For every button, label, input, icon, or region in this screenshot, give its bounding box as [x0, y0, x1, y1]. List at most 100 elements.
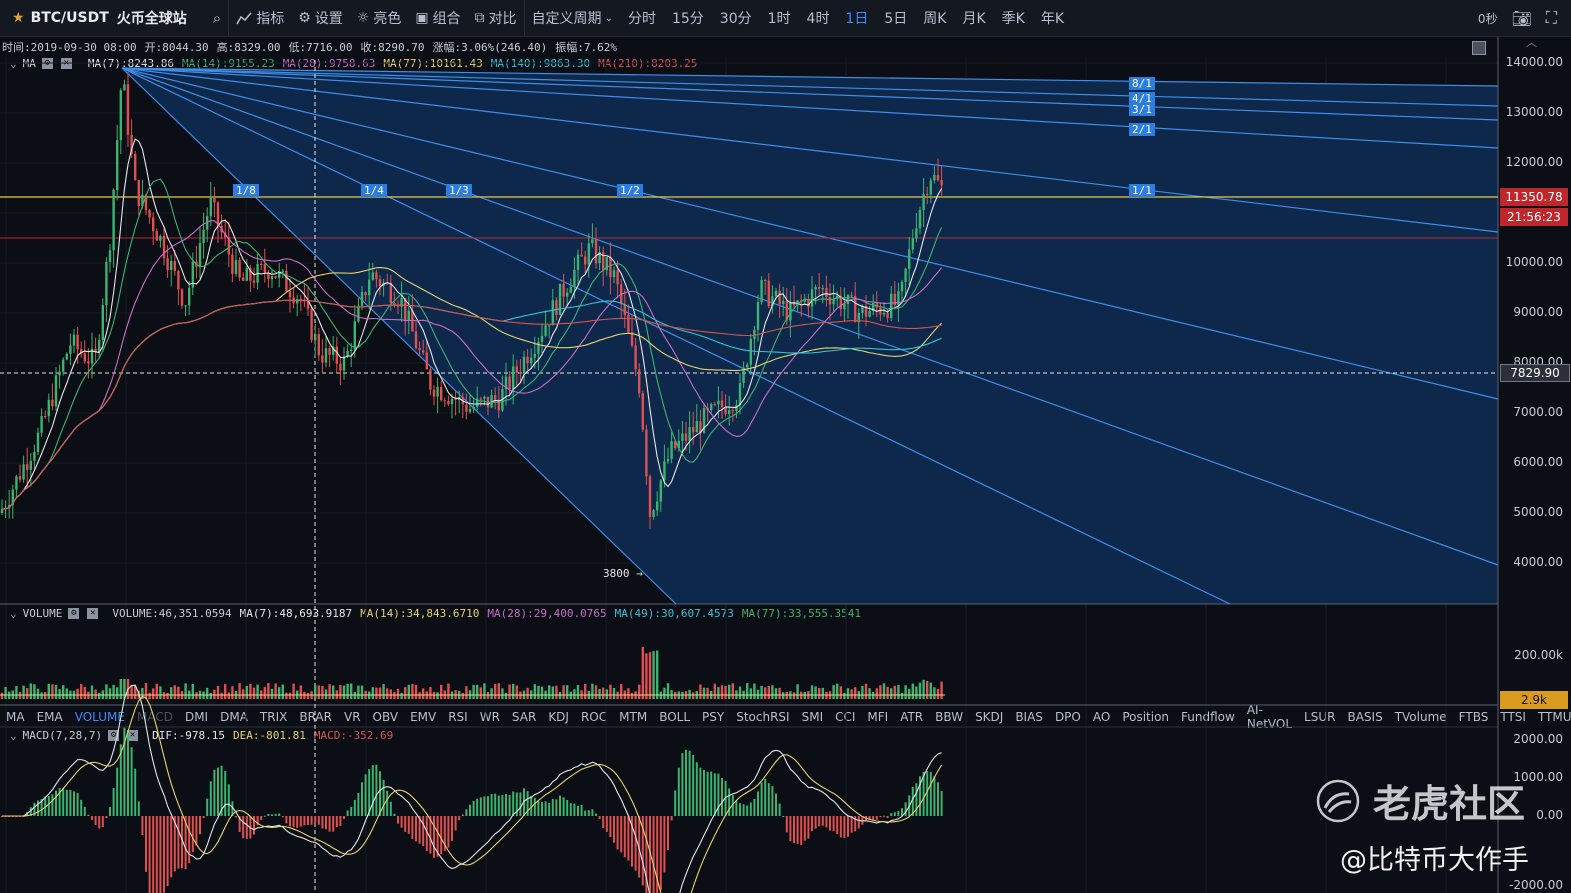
macd-histogram-bar [933, 776, 936, 816]
macd-histogram-bar [609, 816, 612, 838]
candle-body [288, 291, 292, 298]
volume-bar [908, 688, 911, 699]
period-tab[interactable]: 季K [994, 8, 1033, 28]
candle-body [656, 501, 659, 511]
volume-bar [436, 692, 439, 699]
candle-body [846, 294, 850, 305]
period-tab[interactable]: 1时 [760, 8, 799, 28]
macd-histogram-bar [141, 816, 144, 836]
candle-body [468, 408, 472, 412]
star-icon[interactable]: ★ [12, 10, 25, 26]
custom-period-dropdown[interactable]: 自定义周期 ⌄ [525, 0, 620, 36]
period-tab[interactable]: 1日 [837, 8, 876, 28]
volume-bar [231, 686, 234, 699]
volume-bar [638, 684, 641, 699]
volume-bar [0, 692, 4, 699]
camera-icon: 📷︎ [1511, 8, 1532, 28]
macd-histogram-bar [415, 816, 417, 842]
candle-body [378, 279, 382, 287]
settings-label: 设置 [314, 11, 343, 27]
candle-body [918, 210, 922, 229]
gear-icon: ⚙ [298, 10, 311, 26]
macd-histogram-bar [310, 816, 313, 825]
candle-body [76, 334, 79, 350]
volume-bar [159, 686, 162, 699]
macd-histogram-bar [245, 816, 248, 839]
macd-histogram-bar [829, 816, 831, 831]
macd-histogram-bar [681, 753, 684, 816]
price-axis-tick: 5000.00 [1513, 505, 1563, 519]
candle-body [922, 193, 925, 211]
candle-body [688, 427, 691, 441]
macd-histogram-bar [512, 791, 515, 816]
candle-body [238, 260, 241, 278]
period-tab[interactable]: 5日 [876, 8, 915, 28]
volume-bar [760, 685, 763, 699]
volume-bar [411, 683, 414, 699]
candle-body [414, 331, 418, 349]
volume-bar [353, 692, 356, 699]
settings-button[interactable]: ⚙ 设置 [291, 0, 350, 36]
compare-button[interactable]: ⧉ 对比 [468, 0, 524, 36]
volume-bar [252, 687, 256, 699]
combine-button[interactable]: ▣ 组合 [408, 0, 467, 36]
macd-histogram-bar [843, 816, 846, 839]
macd-histogram-bar [242, 816, 245, 839]
candle-body [443, 400, 446, 402]
volume-bar [573, 689, 576, 699]
volume-bar [447, 683, 450, 699]
candle-body [573, 269, 576, 287]
candle-body [328, 348, 331, 355]
expand-panel-button[interactable] [1472, 41, 1486, 55]
volume-bar [764, 687, 767, 699]
period-tab[interactable]: 15分 [664, 8, 712, 28]
volume-bar [26, 688, 29, 699]
gann-fan-label: 1/3 [446, 184, 472, 197]
volume-bar [281, 684, 284, 699]
collapse-top-button[interactable]: ︿ [1526, 34, 1537, 50]
macd-histogram-bar [328, 816, 331, 832]
candle-body [335, 346, 338, 364]
macd-histogram-bar [170, 816, 173, 878]
period-tab[interactable]: 年K [1033, 8, 1072, 28]
candle-body [717, 400, 720, 405]
volume-bar [533, 684, 536, 699]
macd-histogram-bar [717, 773, 720, 816]
candle-body [886, 313, 889, 318]
macd-histogram-bar [883, 815, 885, 817]
volume-bar [285, 692, 288, 699]
candle-body [83, 353, 86, 362]
kline-chart-canvas[interactable] [0, 37, 1571, 893]
candle-body [738, 382, 742, 406]
volume-bar [893, 685, 896, 699]
theme-button[interactable]: ☼ 亮色 [350, 0, 409, 36]
price-axis-tick: 4000.00 [1513, 555, 1563, 569]
screenshot-button[interactable]: 📷︎ [1504, 0, 1538, 36]
period-tab[interactable]: 周K [915, 8, 954, 28]
period-tab[interactable]: 分时 [620, 8, 664, 28]
macd-histogram-bar [929, 772, 932, 816]
candle-body [576, 254, 580, 270]
period-tab[interactable]: 4时 [799, 8, 838, 28]
volume-bar [152, 688, 155, 699]
volume-bar [227, 692, 230, 699]
macd-histogram-bar [364, 774, 367, 816]
volume-bar [292, 683, 295, 699]
volume-bar [627, 688, 630, 699]
fullscreen-button[interactable]: ⛶ [1539, 0, 1571, 36]
volume-bar [929, 682, 932, 699]
candle-body [105, 262, 108, 306]
search-button[interactable]: ⌕ [206, 0, 228, 36]
macd-histogram-bar [566, 799, 569, 816]
candle-body [789, 301, 792, 321]
volume-bar [220, 692, 223, 699]
macd-histogram-bar [292, 816, 295, 828]
macd-histogram-bar [227, 784, 230, 816]
candle-body [609, 256, 612, 278]
candle-body [908, 249, 911, 269]
period-tab[interactable]: 30分 [712, 8, 760, 28]
period-tab[interactable]: 月K [954, 8, 993, 28]
symbol-selector[interactable]: ★ BTC/USDT 火币全球站 [0, 0, 194, 36]
indicators-button[interactable]: 指标 [229, 0, 291, 36]
candle-body [447, 401, 450, 405]
